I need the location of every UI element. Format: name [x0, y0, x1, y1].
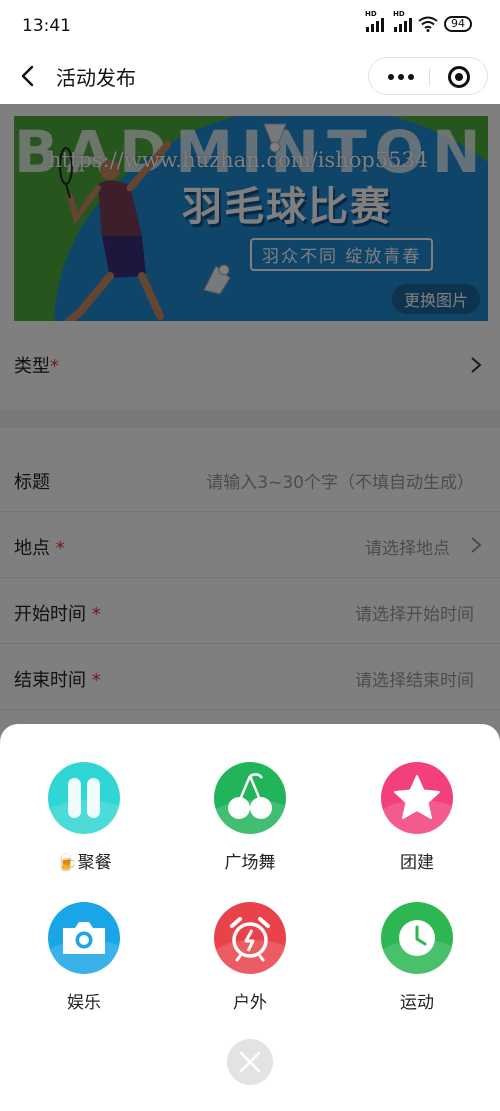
category-label: 运动 — [400, 993, 434, 1013]
wifi-icon — [418, 16, 438, 32]
more-icon[interactable] — [388, 74, 414, 80]
category-label: 🍺聚餐 — [56, 853, 112, 873]
status-time: 13:41 — [22, 16, 71, 36]
signal-icon: HD — [365, 10, 384, 32]
page-title: 活动发布 — [56, 66, 136, 90]
category-item-dinner[interactable]: 🍺聚餐 — [24, 762, 144, 873]
category-label: 户外 — [233, 993, 267, 1013]
status-icons: HD HD 94 — [365, 10, 472, 32]
signal-icon: HD — [393, 10, 412, 32]
camera-icon — [48, 902, 120, 974]
status-bar: 13:41 HD HD 94 — [0, 0, 500, 50]
close-mini-program-icon[interactable] — [448, 66, 470, 88]
back-arrow-icon[interactable] — [18, 64, 40, 88]
category-item-outdoor[interactable]: 户外 — [190, 902, 310, 1013]
category-item-team-building[interactable]: 团建 — [357, 762, 477, 873]
close-icon — [239, 1051, 261, 1073]
battery-icon: 94 — [444, 16, 472, 32]
mini-program-capsule — [368, 57, 488, 95]
category-sheet: 🍺聚餐 广场舞 团建 娱乐 户外 运动 — [0, 724, 500, 1111]
category-label: 广场舞 — [224, 853, 276, 873]
alarm-clock-icon — [214, 902, 286, 974]
category-item-entertainment[interactable]: 娱乐 — [24, 902, 144, 1013]
category-item-sports[interactable]: 运动 — [357, 902, 477, 1013]
cherry-icon — [214, 762, 286, 834]
category-label: 团建 — [400, 853, 434, 873]
category-item-square-dance[interactable]: 广场舞 — [190, 762, 310, 873]
pause-icon — [48, 762, 120, 834]
nav-bar: 活动发布 — [0, 50, 500, 104]
capsule-divider — [429, 68, 430, 86]
category-label: 娱乐 — [67, 993, 101, 1013]
star-icon — [381, 762, 453, 834]
close-sheet-button[interactable] — [227, 1039, 273, 1085]
clock-icon — [381, 902, 453, 974]
